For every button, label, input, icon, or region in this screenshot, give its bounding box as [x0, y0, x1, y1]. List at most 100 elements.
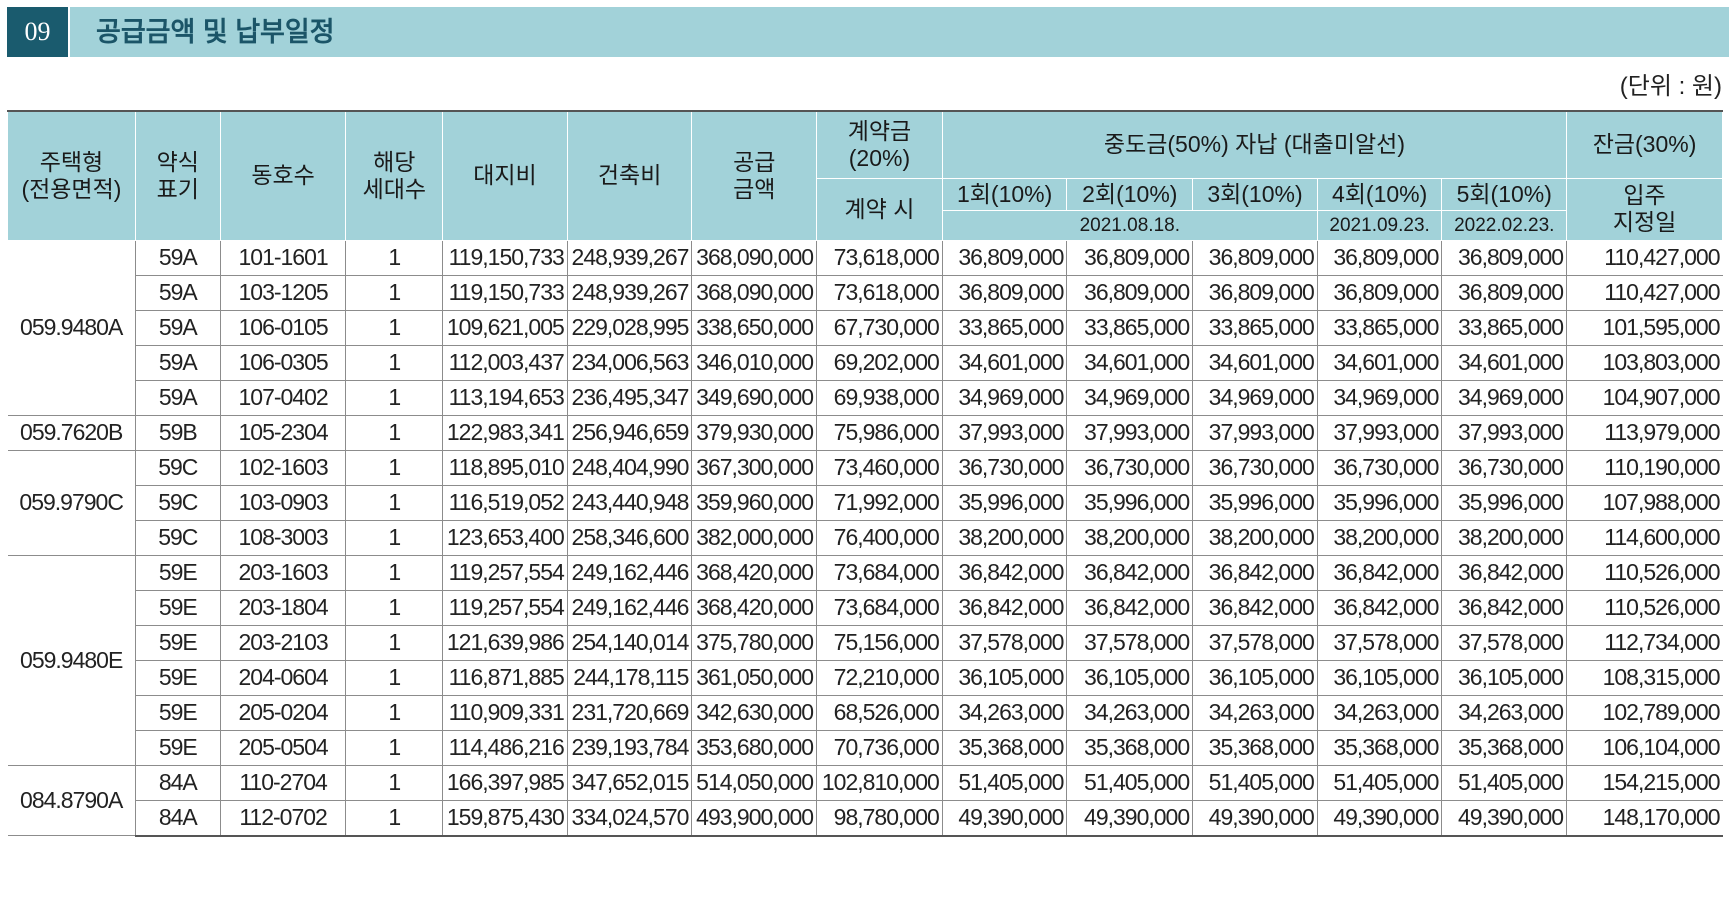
middle-4-cell: 35,368,000 — [1316, 729, 1443, 766]
table-row: 059.7620B 59B 105-2304 1 122,983,341 256,946,… — [7, 414, 1723, 451]
land-cost-cell: 119,150,733 — [442, 274, 568, 311]
households-cell: 1 — [345, 694, 444, 731]
contract-deposit-cell: 68,526,000 — [816, 694, 943, 731]
table-row: 59E 203-2103 1 121,639,986 254,140,014 375,78… — [8, 624, 1723, 661]
households-cell: 1 — [345, 764, 444, 801]
supply-amount-cell: 338,650,000 — [691, 309, 818, 346]
middle-3-cell: 36,809,000 — [1192, 274, 1318, 311]
table-row: 59E 205-0204 1 110,909,331 231,720,669 342,63… — [8, 694, 1723, 731]
middle-2-cell: 35,368,000 — [1066, 729, 1194, 766]
header-supply-l1: 공급 — [733, 148, 776, 175]
middle-5-cell: 36,105,000 — [1441, 659, 1568, 696]
middle-1-cell: 34,969,000 — [941, 379, 1068, 416]
middle-2-cell: 34,601,000 — [1066, 344, 1194, 381]
middle-5-cell: 36,842,000 — [1441, 554, 1568, 591]
building-cost-cell: 236,495,347 — [566, 379, 693, 416]
middle-5-cell: 33,865,000 — [1441, 309, 1568, 346]
unit-cell: 107-0402 — [219, 379, 347, 416]
header-m1: 1회(10%) — [941, 177, 1068, 211]
land-cost-cell: 122,983,341 — [442, 414, 568, 451]
header-abbr: 약식 표기 — [134, 110, 221, 241]
land-cost-cell: 123,653,400 — [442, 519, 568, 556]
supply-amount-cell: 353,680,000 — [691, 729, 818, 766]
header-contract-l2: (20%) — [848, 144, 911, 171]
building-cost-cell: 248,404,990 — [566, 449, 693, 486]
housing-type-cell: 059.9480E — [7, 554, 136, 766]
contract-deposit-cell: 73,618,000 — [816, 274, 943, 311]
header-supply: 공급 금액 — [691, 110, 818, 241]
households-cell: 1 — [345, 449, 444, 486]
households-cell: 1 — [345, 519, 444, 556]
middle-5-cell: 34,969,000 — [1441, 379, 1568, 416]
unit-cell: 110-2704 — [219, 764, 347, 801]
header-m5: 5회(10%) — [1441, 177, 1568, 211]
contract-deposit-cell: 98,780,000 — [816, 799, 943, 837]
supply-price-table: 주택형 (전용면적) 약식 표기 동호수 해당 세대수 대지비 건축비 공급 금액 계약… — [7, 110, 1723, 837]
land-cost-cell: 112,003,437 — [442, 344, 568, 381]
contract-deposit-cell: 72,210,000 — [816, 659, 943, 696]
contract-deposit-cell: 73,684,000 — [816, 554, 943, 591]
housing-type-cell: 084.8790A — [7, 764, 136, 836]
building-cost-cell: 347,652,015 — [566, 764, 693, 801]
middle-5-cell: 34,263,000 — [1441, 694, 1568, 731]
housing-type-cell: 059.9790C — [7, 449, 136, 556]
middle-1-cell: 36,730,000 — [941, 449, 1068, 486]
unit-cell: 205-0504 — [219, 729, 347, 766]
header-middle: 중도금(50%) 자납 (대출미알선) — [941, 110, 1568, 179]
middle-4-cell: 34,263,000 — [1316, 694, 1443, 731]
middle-2-cell: 36,842,000 — [1066, 589, 1194, 626]
unit-cell: 108-3003 — [219, 519, 347, 556]
middle-3-cell: 34,263,000 — [1192, 694, 1318, 731]
header-m3: 3회(10%) — [1192, 177, 1318, 211]
middle-2-cell: 36,809,000 — [1066, 274, 1194, 311]
contract-deposit-cell: 71,992,000 — [816, 484, 943, 521]
unit-cell: 103-0903 — [219, 484, 347, 521]
header-abbr-l2: 표기 — [156, 175, 199, 202]
middle-2-cell: 37,993,000 — [1066, 414, 1194, 451]
middle-2-cell: 37,578,000 — [1066, 624, 1194, 661]
header-land: 대지비 — [442, 110, 568, 241]
contract-deposit-cell: 76,400,000 — [816, 519, 943, 556]
households-cell: 1 — [345, 239, 444, 276]
building-cost-cell: 249,162,446 — [566, 589, 693, 626]
middle-3-cell: 36,730,000 — [1192, 449, 1318, 486]
middle-5-cell: 34,601,000 — [1441, 344, 1568, 381]
households-cell: 1 — [345, 799, 444, 837]
balance-cell: 110,526,000 — [1566, 589, 1723, 626]
middle-5-cell: 36,809,000 — [1441, 274, 1568, 311]
middle-1-cell: 36,842,000 — [941, 589, 1068, 626]
building-cost-cell: 248,939,267 — [566, 239, 693, 276]
header-contract-when: 계약 시 — [816, 177, 943, 241]
middle-4-cell: 36,842,000 — [1316, 589, 1443, 626]
building-cost-cell: 234,006,563 — [566, 344, 693, 381]
table-row: 59A 106-0105 1 109,621,005 229,028,995 338,65… — [8, 309, 1723, 346]
land-cost-cell: 119,257,554 — [442, 554, 568, 591]
abbr-cell: 59A — [134, 239, 221, 276]
abbr-cell: 59A — [135, 274, 221, 311]
middle-2-cell: 35,996,000 — [1066, 484, 1194, 521]
unit-cell: 103-1205 — [219, 274, 347, 311]
supply-amount-cell: 382,000,000 — [691, 519, 818, 556]
middle-3-cell: 36,842,000 — [1192, 589, 1318, 626]
unit-cell: 203-1804 — [219, 589, 347, 626]
households-cell: 1 — [345, 379, 444, 416]
middle-4-cell: 36,809,000 — [1316, 274, 1443, 311]
middle-5-cell: 49,390,000 — [1441, 799, 1568, 837]
middle-1-cell: 34,601,000 — [941, 344, 1068, 381]
middle-1-cell: 37,993,000 — [941, 414, 1068, 451]
households-cell: 1 — [345, 484, 444, 521]
middle-4-cell: 36,809,000 — [1316, 239, 1443, 276]
middle-4-cell: 37,578,000 — [1316, 624, 1443, 661]
table-row: 59A 107-0402 1 113,194,653 236,495,347 349,69… — [8, 379, 1723, 416]
header-hh-l2: 세대수 — [362, 175, 427, 202]
land-cost-cell: 109,621,005 — [442, 309, 568, 346]
middle-5-cell: 35,368,000 — [1441, 729, 1568, 766]
land-cost-cell: 166,397,985 — [442, 764, 568, 801]
header-abbr-l1: 약식 — [156, 148, 199, 175]
balance-cell: 102,789,000 — [1566, 694, 1723, 731]
middle-1-cell: 49,390,000 — [941, 799, 1068, 837]
abbr-cell: 84A — [135, 799, 221, 837]
supply-amount-cell: 359,960,000 — [691, 484, 818, 521]
middle-1-cell: 36,809,000 — [941, 239, 1068, 276]
header-type-l1: 주택형 — [39, 148, 104, 175]
